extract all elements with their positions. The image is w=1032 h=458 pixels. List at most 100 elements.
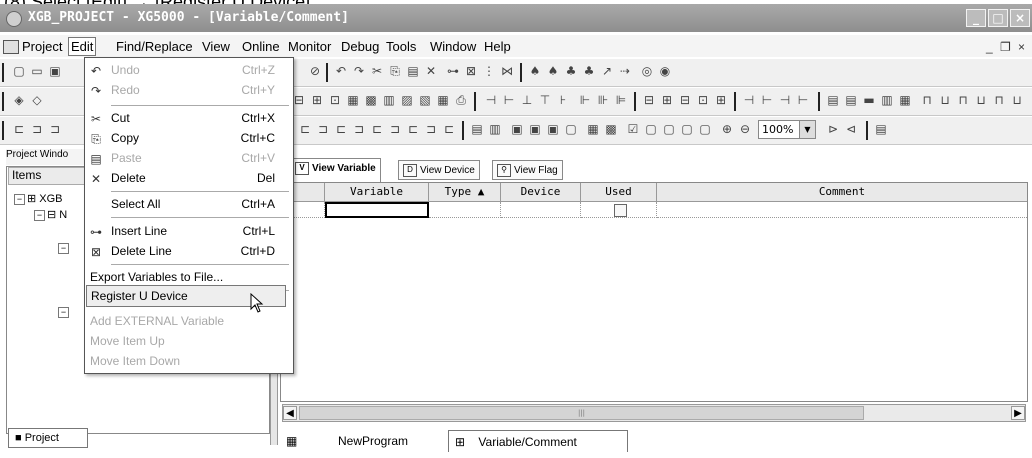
menu-debug[interactable]: Debug (341, 39, 379, 54)
node-icon[interactable]: ⋮ (482, 65, 496, 78)
f4-icon[interactable]: ⊐ (48, 123, 62, 136)
label-icon[interactable]: ⊢ (760, 94, 774, 107)
clear-icon[interactable]: ▧ (418, 94, 432, 107)
collapse-icon[interactable]: − (34, 209, 45, 221)
copy-icon[interactable]: ⎘ (388, 65, 402, 78)
maximize-button[interactable]: □ (988, 9, 1008, 27)
bookmark-icon[interactable]: ◎ (640, 65, 654, 78)
tree-node-child-2[interactable]: − (58, 242, 71, 254)
menu-help[interactable]: Help (484, 39, 511, 54)
print-icon[interactable]: ⎙ (454, 94, 468, 107)
menu-window[interactable]: Window (430, 39, 476, 54)
device-d3-icon[interactable]: ▢ (680, 123, 694, 136)
scroll-thumb[interactable]: ||| (299, 406, 864, 420)
c3-icon[interactable]: ⊐ (388, 123, 402, 136)
menu-item-paste[interactable]: ▤ Paste Ctrl+V (85, 148, 291, 170)
write-icon[interactable]: ⊞ (310, 94, 324, 107)
contact-nc-icon[interactable]: ⊢ (502, 94, 516, 107)
doc-tab-variable-comment[interactable]: ⊞ Variable/Comment (448, 430, 628, 452)
mdi-restore-icon[interactable]: ❐ (1000, 40, 1011, 54)
goto-line-icon[interactable]: ⇢ (618, 65, 632, 78)
menu-item-move-item-down[interactable]: Move Item Down (85, 351, 291, 373)
f3-icon[interactable]: ⊐ (30, 123, 44, 136)
c4-icon[interactable]: ⊏ (406, 123, 420, 136)
tree-icon[interactable]: ⋈ (500, 65, 514, 78)
collapse-icon[interactable]: − (58, 242, 69, 254)
menu-item-select-all[interactable]: Select All Ctrl+A (85, 194, 291, 216)
plc-info-icon[interactable]: ▥ (382, 94, 396, 107)
menu-item-add-external-variable[interactable]: Add EXTERNAL Variable (85, 311, 291, 333)
cell-comment[interactable] (657, 202, 1027, 218)
sf7-icon[interactable]: ⊏ (370, 123, 384, 136)
tree-node-child[interactable]: − ⊟ N (34, 208, 67, 221)
view-mode-2-icon[interactable]: ▣ (528, 123, 542, 136)
f10-icon[interactable]: ⊐ (352, 123, 366, 136)
history-icon[interactable]: ▨ (400, 94, 414, 107)
comment-icon[interactable]: ⊣ (742, 94, 756, 107)
horizontal-scrollbar[interactable]: ◀ ||| ▶ (282, 404, 1026, 422)
new-file-icon[interactable]: ▢ (12, 65, 26, 78)
coil-p-icon[interactable]: ⊫ (614, 94, 628, 107)
menu-item-delete[interactable]: ✕ Delete Del (85, 168, 291, 190)
contact-x-icon[interactable]: ⊦ (556, 94, 570, 107)
cell-device[interactable] (501, 202, 581, 218)
doc-tab-newprogram[interactable]: NewProgram (338, 430, 408, 452)
monitor-icon[interactable]: ⊡ (328, 94, 342, 107)
grid-icon[interactable]: ▩ (604, 123, 618, 136)
find-next-icon[interactable]: ♠ (546, 65, 560, 78)
collapse-icon[interactable]: − (58, 306, 69, 318)
scroll-right-icon[interactable]: ▶ (1011, 406, 1025, 420)
layout-icon-5[interactable]: ▦ (898, 94, 912, 107)
menu-tools[interactable]: Tools (386, 39, 416, 54)
find-icon[interactable]: ♠ (528, 65, 542, 78)
insert-line-icon[interactable]: ⊶ (446, 65, 460, 78)
menu-item-insert-line[interactable]: ⊶ Insert Line Ctrl+L (85, 221, 291, 243)
panel-icon[interactable]: ▤ (874, 123, 888, 136)
contact-n-icon[interactable]: ⊤ (538, 94, 552, 107)
tree-node-root[interactable]: − ⊞ XGB (14, 192, 63, 205)
column-device[interactable]: Device (501, 183, 581, 201)
compile-icon-3[interactable]: ⊓ (956, 94, 970, 107)
cell-variable[interactable] (325, 202, 429, 218)
device-d-icon[interactable]: ▢ (644, 123, 658, 136)
cell-type[interactable] (429, 202, 501, 218)
menu-view[interactable]: View (202, 39, 230, 54)
goto-icon[interactable]: ↗ (600, 65, 614, 78)
sf4-icon[interactable]: ⊏ (298, 123, 312, 136)
layout-icon-4[interactable]: ▥ (880, 94, 894, 107)
menu-item-cut[interactable]: ✂ Cut Ctrl+X (85, 108, 291, 130)
zoom-select[interactable]: 100% ▼ (758, 120, 816, 139)
diagnosis-icon[interactable]: ▦ (436, 94, 450, 107)
rung-icon[interactable]: ⊢ (796, 94, 810, 107)
compile-icon-6[interactable]: ⊔ (1010, 94, 1024, 107)
menu-edit[interactable]: Edit (68, 37, 97, 56)
scroll-left-icon[interactable]: ◀ (283, 406, 297, 420)
program-view-icon[interactable]: ▤ (470, 123, 484, 136)
menu-find-replace[interactable]: Find/Replace (116, 39, 193, 54)
compile-icon-1[interactable]: ⊓ (920, 94, 934, 107)
sf6-icon[interactable]: ⊏ (334, 123, 348, 136)
tree-node-child-3[interactable]: − (58, 306, 71, 318)
chevron-down-icon[interactable]: ▼ (799, 121, 815, 138)
column-variable[interactable]: Variable (325, 183, 429, 201)
connect-icon[interactable]: ◈ (12, 94, 26, 107)
contact-no-icon[interactable]: ⊣ (484, 94, 498, 107)
items-column-header[interactable]: Items (8, 167, 88, 185)
view-mode-3-icon[interactable]: ▣ (546, 123, 560, 136)
tab-view-flag[interactable]: ⚲ View Flag (492, 160, 563, 180)
layout-icon-3[interactable]: ▬ (862, 94, 876, 107)
column-type[interactable]: Type ▲ (429, 183, 501, 201)
layout-icon-2[interactable]: ▤ (844, 94, 858, 107)
close-button[interactable]: × (1010, 9, 1030, 27)
c6-icon[interactable]: ⊏ (442, 123, 456, 136)
c5-icon[interactable]: ⊐ (424, 123, 438, 136)
used-checkbox[interactable] (614, 204, 627, 217)
view-mode-1-icon[interactable]: ▣ (510, 123, 524, 136)
mode-icon[interactable]: ▦ (346, 94, 360, 107)
block-icon[interactable]: ⊟ (678, 94, 692, 107)
menu-item-move-item-up[interactable]: Move Item Up (85, 331, 291, 353)
menu-online[interactable]: Online (242, 39, 280, 54)
mdi-close-icon[interactable]: × (1018, 40, 1025, 54)
cut-icon[interactable]: ✂ (370, 65, 384, 78)
mdi-minimize-icon[interactable]: _ (986, 40, 993, 54)
